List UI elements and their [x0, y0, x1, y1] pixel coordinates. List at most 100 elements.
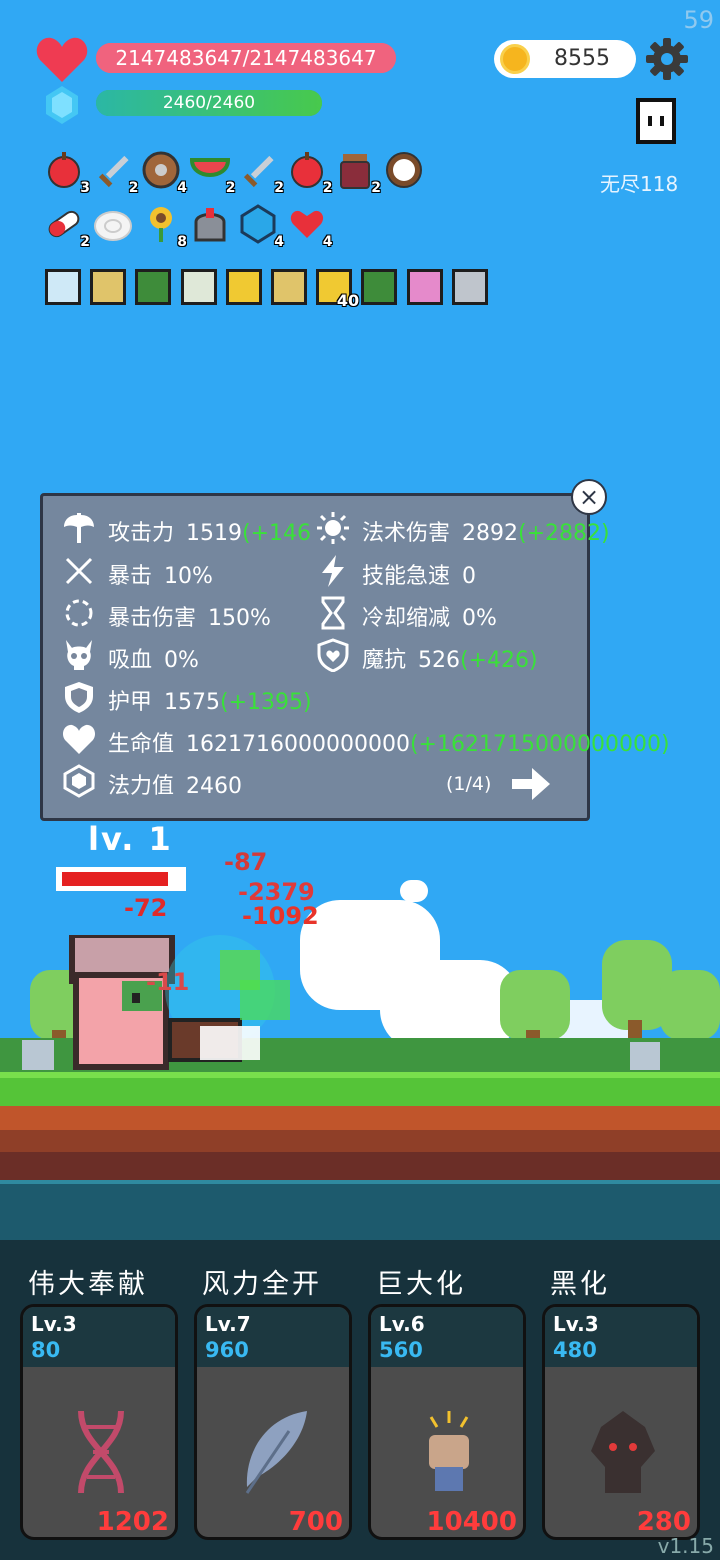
skill-title: 风力全开 — [202, 1269, 322, 1300]
stat-health-label: 生命值 — [108, 732, 175, 757]
stat-attack-value: 1519 — [186, 521, 243, 546]
player-mp-bar: 2460/2460 — [96, 90, 322, 116]
shield-rune-icon[interactable] — [90, 269, 127, 305]
coin-counter: 8555 — [494, 40, 636, 78]
gear-icon[interactable] — [646, 38, 688, 80]
blue-gem-icon — [238, 204, 278, 248]
heart-shield-icon — [317, 638, 349, 672]
fps-counter: 59 — [683, 6, 714, 34]
mana-crystal-icon — [63, 764, 95, 798]
skull-rune-icon[interactable]: 40 — [316, 269, 359, 310]
stat-mr-bonus: (+426) — [460, 648, 538, 673]
hourglass-icon — [321, 596, 345, 630]
stat-attack-bonus: (+146 — [242, 521, 312, 546]
skill-price: 1202 — [96, 1507, 169, 1537]
sun-icon — [317, 512, 349, 544]
ground-grass — [0, 1072, 720, 1106]
item-count: 2 — [128, 180, 139, 196]
item-count: 2 — [80, 234, 90, 250]
strawberry-icon — [287, 152, 327, 194]
stat-haste-value: 0 — [462, 564, 477, 589]
inventory-item[interactable] — [384, 150, 424, 190]
ghost-icon[interactable] — [632, 96, 680, 146]
damage-number: -87 — [224, 848, 268, 876]
inventory-item[interactable]: 2 — [238, 150, 284, 196]
stat-armor-value: 1575 — [164, 690, 221, 715]
stat-critdmg-label: 暴击伤害 — [108, 606, 197, 631]
enemy-hp-bar — [56, 867, 186, 891]
stat-critdmg-value: 150% — [208, 606, 271, 631]
version-label: v1.15 — [657, 1534, 714, 1558]
green-rune-icon[interactable] — [135, 269, 172, 305]
stat-health-value: 1621716000000000 — [186, 732, 410, 757]
coconut-icon — [384, 152, 424, 194]
inventory-item[interactable]: 4 — [141, 150, 187, 196]
jam-jar-icon — [335, 154, 375, 194]
inventory-item[interactable] — [190, 204, 230, 244]
hearts-icon — [287, 210, 327, 248]
inventory-item[interactable]: 2 — [93, 150, 139, 196]
close-button[interactable]: × — [571, 479, 607, 515]
ground-dirt — [0, 1106, 720, 1180]
shield-icon — [141, 151, 181, 194]
hp-text: 2147483647/2147483647 — [115, 46, 377, 70]
player-hp-bar: 2147483647/2147483647 — [96, 43, 396, 73]
skill-card[interactable]: Lv.6 560 10400 — [368, 1304, 526, 1540]
inventory-item[interactable]: 4 — [287, 204, 333, 250]
coin-icon — [500, 44, 530, 74]
inventory-item[interactable]: 2 — [189, 150, 236, 196]
skill-card[interactable]: Lv.7 960 700 — [194, 1304, 352, 1540]
skill-cost: 480 — [553, 1338, 597, 1362]
inventory-item[interactable]: 2 — [335, 150, 381, 196]
item-count: 4 — [177, 180, 187, 196]
water — [0, 1180, 720, 1240]
mp-text: 2460/2460 — [162, 93, 256, 113]
stat-spell-value: 2892 — [462, 521, 519, 546]
item-count: 2 — [371, 180, 381, 196]
stat-cooldown-label: 冷却缩减 — [362, 606, 451, 631]
stat-haste-label: 技能急速 — [362, 564, 451, 589]
shield-rune-icon[interactable] — [271, 269, 307, 305]
inventory-item[interactable]: 3 — [44, 150, 90, 196]
sprout-rune-icon[interactable] — [180, 269, 217, 305]
heart-icon — [36, 37, 88, 82]
skill-level: Lv.3 — [553, 1312, 599, 1336]
skill-price: 280 — [636, 1507, 691, 1537]
green-rune-icon[interactable] — [361, 269, 398, 305]
damage-number: -72 — [124, 894, 168, 922]
item-count: 2 — [322, 180, 333, 196]
item-count: 4 — [322, 234, 333, 250]
enemy-character — [165, 935, 290, 1062]
damage-number: -1092 — [242, 902, 319, 930]
enemy-level: lv. 1 — [88, 820, 173, 858]
sunflower-icon — [141, 207, 181, 248]
skill-cost: 80 — [31, 1338, 61, 1362]
armor-rune-icon[interactable] — [451, 269, 488, 305]
pill-icon — [44, 210, 84, 248]
skill-price: 10400 — [426, 1507, 517, 1537]
skill-card[interactable]: Lv.3 480 280 — [542, 1304, 700, 1540]
inventory-item[interactable]: 2 — [44, 204, 90, 250]
inventory-item[interactable]: 8 — [141, 204, 187, 250]
skill-level: Lv.7 — [205, 1312, 251, 1336]
stats-page-indicator: (1/4) — [446, 773, 492, 795]
inventory-item[interactable]: 2 — [287, 150, 333, 196]
item-count: 4 — [274, 234, 284, 250]
coin-value: 8555 — [554, 46, 610, 71]
stat-armor-label: 护甲 — [108, 690, 153, 715]
stat-spell-label: 法术伤害 — [362, 521, 451, 546]
health-heart-icon — [62, 724, 96, 754]
next-page-arrow-icon[interactable] — [512, 768, 550, 800]
light-rune-icon[interactable] — [45, 269, 81, 305]
axe-icon — [64, 513, 94, 543]
stat-lifesteal-value: 0% — [164, 648, 199, 673]
skull-rune-icon[interactable] — [225, 269, 262, 305]
face-rune-icon[interactable] — [406, 269, 443, 305]
inventory-item[interactable]: 4 — [238, 204, 284, 250]
stat-mana-value: 2460 — [186, 774, 243, 799]
skill-card[interactable]: Lv.3 80 1202 — [20, 1304, 178, 1540]
crit-damage-icon — [65, 599, 93, 627]
inventory-item[interactable] — [93, 204, 133, 244]
skill-level: Lv.6 — [379, 1312, 425, 1336]
skull-icon — [66, 640, 92, 670]
